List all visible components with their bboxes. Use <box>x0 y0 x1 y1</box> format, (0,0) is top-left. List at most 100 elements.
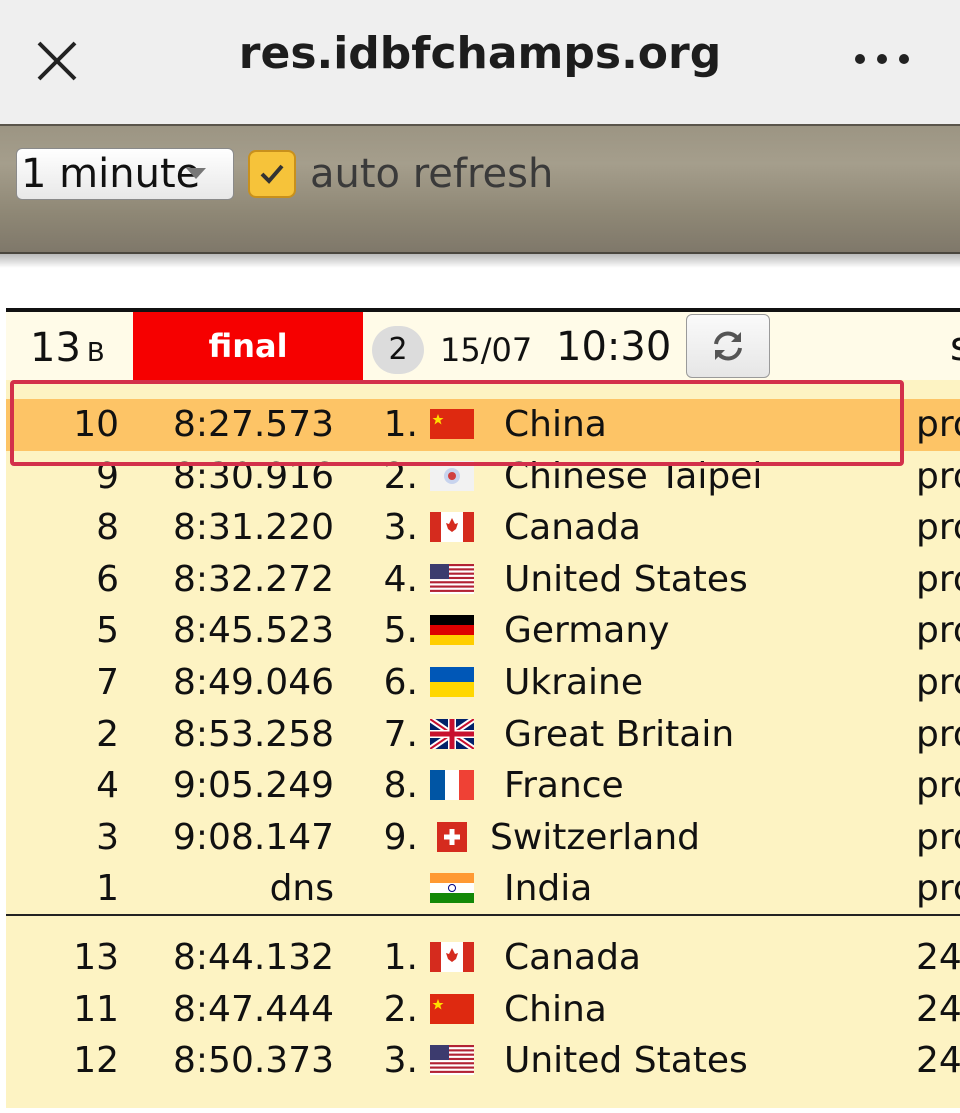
flag-china-icon <box>430 992 474 1024</box>
race-header-clipped: s <box>950 322 960 372</box>
lane-number: 5 <box>96 610 119 652</box>
status-text: 24 <box>916 937 960 978</box>
auto-refresh-label[interactable]: auto refresh <box>310 150 553 198</box>
race-time: 10:30 <box>556 324 672 370</box>
result-row[interactable]: 8 8:31.220 3. Canada pro <box>6 502 960 554</box>
status-text: pro <box>916 404 960 445</box>
rank: 1. <box>383 937 418 978</box>
lane-number: 3 <box>96 816 119 858</box>
flag-great-britain-icon <box>428 716 476 752</box>
lane-number: 2 <box>96 713 119 755</box>
result-row[interactable]: 12 8:50.373 3. United States 24 <box>6 1035 960 1087</box>
results-divider <box>6 914 960 916</box>
country-name: Germany <box>504 610 670 652</box>
status-text: pro <box>916 868 960 910</box>
country-name: Canada <box>504 507 641 549</box>
lane-number: 13 <box>73 937 119 978</box>
result-row[interactable]: 13 8:44.132 1. Canada 24 <box>6 932 960 984</box>
status-text: pro <box>916 558 960 600</box>
race-date: 15/07 <box>440 331 533 369</box>
result-row[interactable]: 6 8:32.272 4. United States pro <box>6 554 960 606</box>
finish-time: dns <box>269 868 334 910</box>
country-name: France <box>504 765 624 807</box>
rank: 3. <box>383 507 418 549</box>
more-options-button[interactable] <box>846 34 918 84</box>
country-name: Switzerland <box>490 816 700 858</box>
race-number: 13 B <box>30 322 105 379</box>
finish-time: 8:53.258 <box>173 713 334 755</box>
result-row[interactable]: 4 9:05.249 8. France pro <box>6 760 960 812</box>
status-text: 24 <box>916 1040 960 1082</box>
result-row[interactable]: 7 8:49.046 6. Ukraine pro <box>6 657 960 709</box>
rank: 2. <box>383 988 418 1030</box>
flag-canada-icon <box>430 940 474 972</box>
country-name: United States <box>504 1040 748 1082</box>
lane-number: 6 <box>96 558 119 600</box>
country-name: Canada <box>504 937 641 978</box>
auto-refresh-checkbox[interactable] <box>248 150 296 198</box>
race-stage: final <box>133 312 363 380</box>
status-text: pro <box>916 455 960 497</box>
check-icon <box>260 164 284 184</box>
status-text: pro <box>916 610 960 652</box>
flag-united-states-icon <box>430 1043 474 1076</box>
flag-ukraine-icon <box>430 665 474 697</box>
flag-india-icon <box>430 871 474 904</box>
status-text: pro <box>916 816 960 858</box>
refresh-icon <box>714 331 742 361</box>
highlight-box <box>10 380 904 466</box>
finish-time: 8:49.046 <box>173 662 334 703</box>
lane-number: 1 <box>96 868 119 910</box>
refresh-interval-value: 1 minute <box>21 151 201 197</box>
refresh-button[interactable] <box>686 314 770 378</box>
finish-time: 8:50.373 <box>173 1040 334 1082</box>
flag-united-states-icon <box>430 562 474 594</box>
finish-time: 8:47.444 <box>173 988 334 1030</box>
rank: 5. <box>383 610 418 652</box>
status-text: pro <box>916 765 960 807</box>
finish-time: 9:08.147 <box>173 816 334 858</box>
result-row[interactable]: 2 8:53.258 7. Great Britain pro <box>6 709 960 761</box>
status-text: pro <box>916 662 960 703</box>
page-url: res.idbfchamps.org <box>238 28 722 79</box>
flag-canada-icon <box>430 510 474 543</box>
rank: 6. <box>383 662 418 703</box>
lane-number: 11 <box>73 988 119 1030</box>
flag-france-icon <box>430 768 474 801</box>
status-text: pro <box>916 713 960 755</box>
country-name: Ukraine <box>504 662 644 703</box>
browser-topbar: res.idbfchamps.org <box>0 0 960 124</box>
flag-switzerland-icon <box>430 820 474 852</box>
rank: 8. <box>383 765 418 807</box>
lane-number: 7 <box>96 662 119 703</box>
finish-time: 8:45.523 <box>173 610 334 652</box>
rank: 7. <box>383 713 418 755</box>
more-icon <box>855 54 909 64</box>
flag-germany-icon <box>430 613 474 646</box>
result-row[interactable]: 1 dns India pro <box>6 863 960 915</box>
race-number-value: 13 <box>30 325 81 371</box>
lane-number: 8 <box>96 507 119 549</box>
finish-time: 8:32.272 <box>173 558 334 600</box>
status-text: 24 <box>916 988 960 1030</box>
country-name: China <box>504 988 607 1030</box>
country-name: India <box>504 868 593 910</box>
status-text: pro <box>916 507 960 549</box>
rank: 9. <box>383 816 418 858</box>
race-category: B <box>86 338 105 368</box>
lane-number: 12 <box>73 1040 119 1082</box>
lane-badge: 2 <box>372 326 424 374</box>
country-name: United States <box>504 558 748 600</box>
country-name: Great Britain <box>504 713 735 755</box>
finish-time: 8:31.220 <box>173 507 334 549</box>
chevron-down-icon <box>186 168 206 179</box>
finish-time: 8:44.132 <box>173 937 334 978</box>
lane-number: 4 <box>96 765 119 807</box>
result-row[interactable]: 5 8:45.523 5. Germany pro <box>6 605 960 657</box>
rank: 3. <box>383 1040 418 1082</box>
result-row[interactable]: 3 9:08.147 9. Switzerland pro <box>6 812 960 864</box>
result-row[interactable]: 11 8:47.444 2. China 24 <box>6 984 960 1036</box>
rank: 4. <box>383 558 418 600</box>
finish-time: 9:05.249 <box>173 765 334 807</box>
toolbar-shadow <box>0 254 960 268</box>
